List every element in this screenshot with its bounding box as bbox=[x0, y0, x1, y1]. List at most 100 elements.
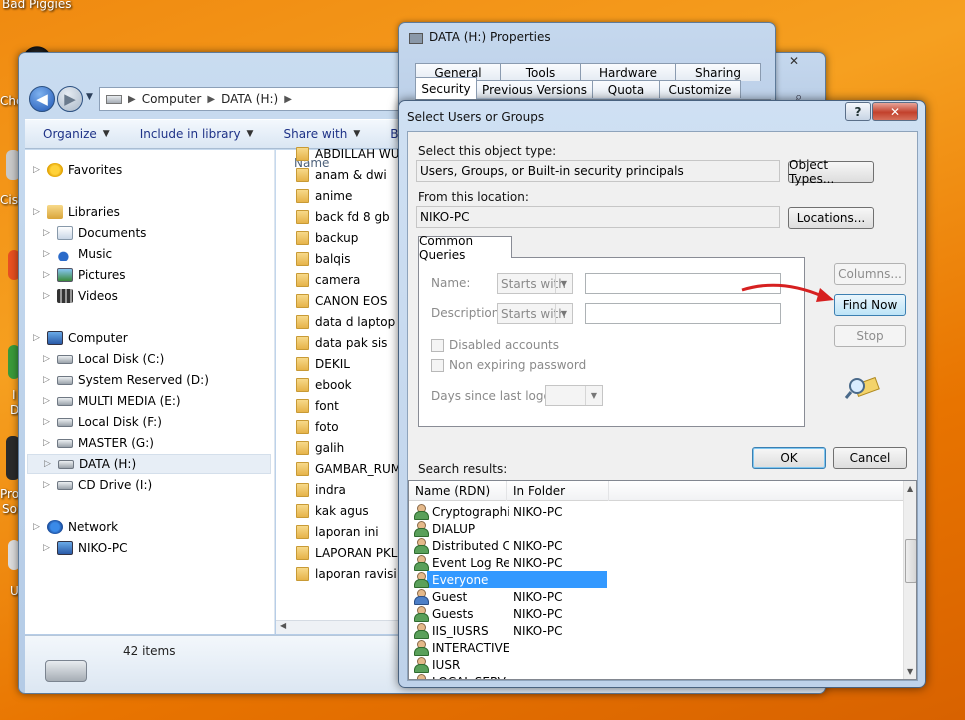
tab-previous-versions[interactable]: Previous Versions bbox=[476, 80, 593, 98]
tab-customize[interactable]: Customize bbox=[659, 80, 741, 98]
chevron-left-icon[interactable]: ◀ bbox=[280, 621, 286, 630]
locations-button[interactable]: Locations... bbox=[788, 207, 874, 229]
file-row[interactable]: balqis bbox=[296, 248, 351, 269]
tab-sharing[interactable]: Sharing bbox=[675, 63, 761, 81]
expand-arrow-icon[interactable]: ▷ bbox=[33, 207, 42, 217]
tab-hardware[interactable]: Hardware bbox=[580, 63, 676, 81]
tab-tools[interactable]: Tools bbox=[500, 63, 581, 81]
tree-item-network[interactable]: ▷ Network bbox=[33, 517, 118, 537]
object-types-button[interactable]: Object Types... bbox=[788, 158, 874, 186]
close-icon[interactable]: ✕ bbox=[789, 54, 799, 68]
tree-item-system-reserved-d[interactable]: ▷ System Reserved (D:) bbox=[43, 370, 209, 390]
file-row[interactable]: LAPORAN PKL bbox=[296, 542, 398, 563]
tree-item-documents[interactable]: ▷ Documents bbox=[43, 223, 146, 243]
tree-item-niko-pc[interactable]: ▷ NIKO-PC bbox=[43, 538, 127, 558]
recent-pages-icon[interactable]: ▼ bbox=[86, 92, 93, 102]
tab-quota[interactable]: Quota bbox=[592, 80, 660, 98]
tree-item-libraries[interactable]: ▷ Libraries bbox=[33, 202, 120, 222]
close-button[interactable]: ✕ bbox=[872, 102, 918, 121]
ok-button[interactable]: OK bbox=[752, 447, 826, 469]
horizontal-scrollbar[interactable]: ◀ bbox=[276, 620, 410, 634]
result-row[interactable]: DIALUP bbox=[409, 520, 903, 537]
file-row[interactable]: GAMBAR_RUMA bbox=[296, 458, 409, 479]
description-input[interactable] bbox=[585, 303, 781, 324]
result-row[interactable]: LOCAL SERV... bbox=[409, 673, 903, 679]
result-row[interactable]: INTERACTIVE bbox=[409, 639, 903, 656]
file-row[interactable]: ebook bbox=[296, 374, 352, 395]
tree-item-master-g[interactable]: ▷ MASTER (G:) bbox=[43, 433, 154, 453]
expand-arrow-icon[interactable]: ▷ bbox=[43, 270, 52, 280]
result-row[interactable]: IIS_IUSRS NIKO-PC bbox=[409, 622, 903, 639]
desktop-label-pro[interactable]: Pro bbox=[0, 487, 19, 501]
include-in-library-button[interactable]: Include in library ▼ bbox=[140, 127, 254, 141]
chevron-right-icon[interactable]: ▶ bbox=[128, 94, 136, 105]
expand-arrow-icon[interactable]: ▷ bbox=[43, 543, 52, 553]
file-row[interactable]: backup bbox=[296, 227, 358, 248]
tree-item-local-disk-f[interactable]: ▷ Local Disk (F:) bbox=[43, 412, 162, 432]
share-with-button[interactable]: Share with ▼ bbox=[283, 127, 360, 141]
file-row[interactable]: galih bbox=[296, 437, 344, 458]
result-row[interactable]: Everyone bbox=[409, 571, 903, 588]
tree-item-music[interactable]: ▷ Music bbox=[43, 244, 112, 264]
expand-arrow-icon[interactable]: ▷ bbox=[43, 228, 52, 238]
expand-arrow-icon[interactable]: ▷ bbox=[43, 354, 52, 364]
tree-item-local-disk-c[interactable]: ▷ Local Disk (C:) bbox=[43, 349, 164, 369]
column-header-name-rdn[interactable]: Name (RDN) bbox=[409, 481, 507, 501]
expand-arrow-icon[interactable]: ▷ bbox=[43, 375, 52, 385]
expand-arrow-icon[interactable]: ▷ bbox=[33, 165, 42, 175]
breadcrumb-data-h[interactable]: DATA (H:) bbox=[221, 92, 278, 106]
file-row[interactable]: foto bbox=[296, 416, 339, 437]
cancel-button[interactable]: Cancel bbox=[833, 447, 907, 469]
address-bar[interactable]: ▶ Computer ▶ DATA (H:) ▶ bbox=[99, 87, 399, 111]
desktop-label-cis[interactable]: Cis bbox=[0, 193, 18, 207]
breadcrumb-computer[interactable]: Computer bbox=[142, 92, 202, 106]
expand-arrow-icon[interactable]: ▷ bbox=[43, 396, 52, 406]
file-row[interactable]: anime bbox=[296, 185, 352, 206]
result-row[interactable]: Event Log Re... NIKO-PC bbox=[409, 554, 903, 571]
tree-item-pictures[interactable]: ▷ Pictures bbox=[43, 265, 126, 285]
columns-button[interactable]: Columns... bbox=[834, 263, 906, 285]
desktop-label-so[interactable]: So bbox=[2, 502, 17, 516]
file-row[interactable]: kak agus bbox=[296, 500, 369, 521]
scrollbar-thumb[interactable] bbox=[905, 539, 916, 583]
expand-arrow-icon[interactable]: ▷ bbox=[43, 417, 52, 427]
file-row[interactable]: laporan ini bbox=[296, 521, 379, 542]
file-row[interactable]: CANON EOS bbox=[296, 290, 387, 311]
tab-common-queries[interactable]: Common Queries bbox=[418, 234, 512, 262]
file-row[interactable]: laporan ravisi bbox=[296, 563, 397, 584]
file-row[interactable]: indra bbox=[296, 479, 346, 500]
back-button[interactable]: ◀ bbox=[29, 86, 55, 112]
file-row[interactable]: camera bbox=[296, 269, 360, 290]
expand-arrow-icon[interactable]: ▷ bbox=[33, 522, 42, 532]
tree-item-computer[interactable]: ▷ Computer bbox=[33, 328, 128, 348]
organize-button[interactable]: Organize ▼ bbox=[43, 127, 110, 141]
desktop-label-bad-piggies[interactable]: Bad Piggies bbox=[2, 0, 72, 11]
help-button[interactable]: ? bbox=[845, 102, 871, 121]
tree-item-cd-drive-i[interactable]: ▷ CD Drive (I:) bbox=[43, 475, 152, 495]
expand-arrow-icon[interactable]: ▷ bbox=[33, 333, 42, 343]
chevron-right-icon[interactable]: ▶ bbox=[284, 94, 292, 105]
chevron-up-icon[interactable]: ▲ bbox=[907, 484, 913, 493]
tree-item-data-h[interactable]: ▷ DATA (H:) bbox=[27, 454, 271, 474]
chevron-right-icon[interactable]: ▶ bbox=[207, 94, 215, 105]
description-mode-select[interactable]: Starts with ▼ bbox=[497, 303, 573, 324]
find-now-button[interactable]: Find Now bbox=[834, 294, 906, 316]
days-since-logon-select[interactable]: ▼ bbox=[545, 385, 603, 406]
expand-arrow-icon[interactable]: ▷ bbox=[43, 480, 52, 490]
file-row[interactable]: data pak sis bbox=[296, 332, 387, 353]
result-row[interactable]: Distributed C... NIKO-PC bbox=[409, 537, 903, 554]
result-row[interactable]: Guest NIKO-PC bbox=[409, 588, 903, 605]
desktop-label-i[interactable]: I bbox=[12, 388, 16, 402]
result-row[interactable]: IUSR bbox=[409, 656, 903, 673]
tree-item-favorites[interactable]: ▷ Favorites bbox=[33, 160, 122, 180]
expand-arrow-icon[interactable]: ▷ bbox=[43, 291, 52, 301]
tab-security[interactable]: Security bbox=[415, 77, 477, 99]
result-row[interactable]: Cryptographic... NIKO-PC bbox=[409, 503, 903, 520]
forward-button[interactable]: ▶ bbox=[57, 86, 83, 112]
file-row[interactable]: anam & dwi bbox=[296, 164, 387, 185]
file-row[interactable]: DEKIL bbox=[296, 353, 350, 374]
tree-item-videos[interactable]: ▷ Videos bbox=[43, 286, 118, 306]
stop-button[interactable]: Stop bbox=[834, 325, 906, 347]
expand-arrow-icon[interactable]: ▷ bbox=[44, 459, 53, 469]
tree-item-multi-media-e[interactable]: ▷ MULTI MEDIA (E:) bbox=[43, 391, 181, 411]
